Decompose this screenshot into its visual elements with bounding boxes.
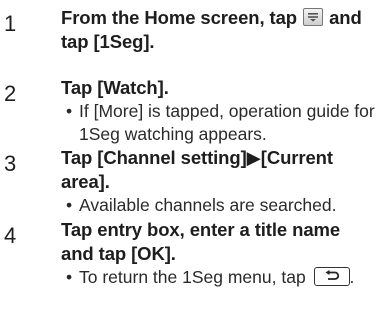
step-note-text: 1Seg watching appears.	[79, 124, 267, 144]
step-number: 2	[4, 81, 17, 106]
step-title-text: Tap entry box, enter a title name	[61, 219, 341, 240]
step-note-text: .	[349, 267, 355, 287]
bullet: •	[66, 267, 73, 287]
step-note: • If [More] is tapped, operation guide fo…	[66, 100, 380, 146]
step-title-text: area].	[61, 171, 110, 192]
step-note-text: Available channels are searched.	[79, 195, 337, 215]
step-title: Tap [Watch].	[61, 77, 169, 98]
step-number: 3	[4, 151, 17, 176]
step-note: • Available channels are searched.	[66, 194, 380, 217]
step-number: 1	[4, 11, 17, 36]
step-title-text: Tap [Channel setting]▶[Current	[61, 147, 333, 168]
step-note-text: If [More] is tapped, operation guide for	[79, 101, 375, 121]
step-title-text: and tap [OK].	[61, 243, 176, 264]
bullet: •	[66, 101, 73, 121]
step-title: From the Home screen, tap and tap [1Seg]…	[61, 6, 376, 54]
instruction-steps: 1 From the Home screen, tap and tap [1Se…	[0, 0, 382, 312]
menu-key-icon	[303, 8, 324, 26]
step-note: • To return the 1Seg menu, tap .	[66, 266, 380, 289]
step-number: 4	[4, 223, 17, 248]
back-key-icon	[313, 267, 350, 286]
step-title-text: From the Home screen, tap	[61, 7, 298, 28]
step-note-text: To return the 1Seg menu, tap	[79, 267, 306, 287]
step-title: Tap [Channel setting]▶[Current area].	[61, 146, 376, 194]
bullet: •	[66, 195, 73, 215]
step-title: Tap entry box, enter a title name and ta…	[61, 218, 376, 266]
